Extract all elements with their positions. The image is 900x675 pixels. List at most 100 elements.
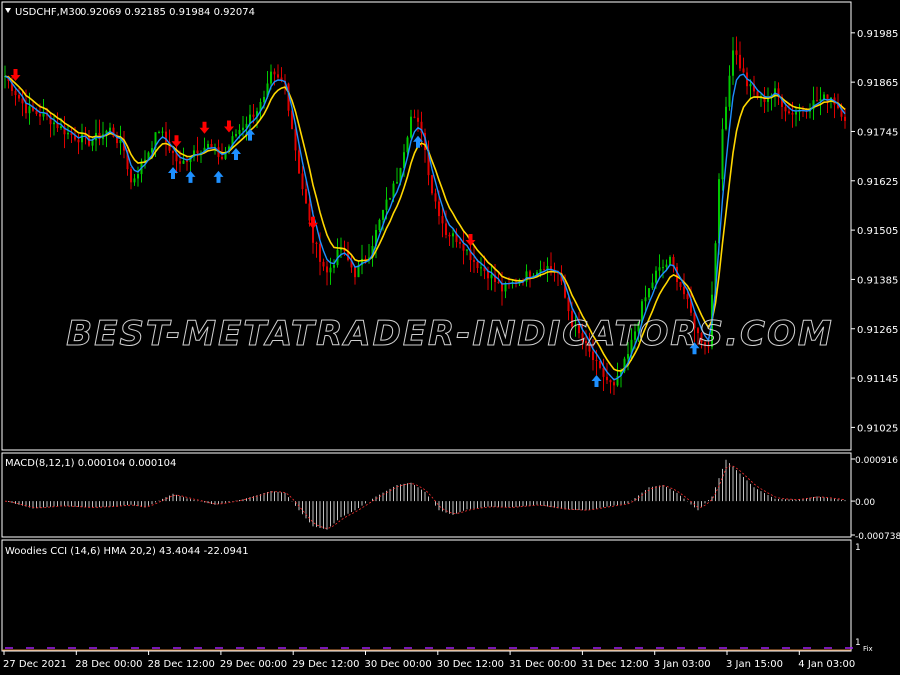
candle-body xyxy=(298,150,300,174)
candle-body xyxy=(186,160,188,162)
price-tick-label: 0.91265 xyxy=(857,325,898,336)
cci-marks xyxy=(2,647,853,651)
candle-body xyxy=(816,100,818,102)
candle-body xyxy=(305,189,307,204)
candle-body xyxy=(438,201,440,217)
candle-body xyxy=(441,216,444,224)
candle-body xyxy=(606,376,608,381)
macd-tick-label: 0.000916 xyxy=(855,456,898,466)
candle-body xyxy=(158,132,160,134)
candle-body xyxy=(728,75,731,107)
macd-tick-label: 0.00 xyxy=(855,498,875,508)
candle-body xyxy=(242,127,244,131)
candle-body xyxy=(161,131,164,133)
buy-arrow-icon xyxy=(591,374,602,387)
cci-fix-label: Fix xyxy=(863,645,873,653)
candle-body xyxy=(172,150,174,154)
candle-body xyxy=(609,380,612,383)
mt4-chart: BEST-METATRADER-INDICATORS.COM USDCHF,M3… xyxy=(1,1,900,670)
candle-body xyxy=(354,267,356,278)
candle-body xyxy=(721,129,724,180)
time-tick-label: 29 Dec 00:00 xyxy=(220,659,287,670)
candle-body xyxy=(53,122,55,125)
candle-body xyxy=(329,267,332,273)
candle-body xyxy=(431,175,433,194)
price-tick-label: 0.91025 xyxy=(857,423,898,434)
time-tick-label: 30 Dec 12:00 xyxy=(437,659,504,670)
candle-body xyxy=(60,126,62,129)
candle-body xyxy=(749,84,752,87)
price-tick-label: 0.91625 xyxy=(857,177,898,188)
time-tick-label: 31 Dec 12:00 xyxy=(581,659,648,670)
candle-body xyxy=(270,71,272,84)
candle-body xyxy=(252,114,255,117)
candle-body xyxy=(389,197,391,200)
candle-body xyxy=(196,150,199,154)
candle-body xyxy=(686,294,689,300)
candle-body xyxy=(14,90,17,96)
sell-arrow-icon xyxy=(171,135,182,148)
candle-body xyxy=(462,243,465,251)
candle-body xyxy=(182,160,185,164)
candle-body xyxy=(25,103,27,114)
candle-body xyxy=(207,143,209,148)
candle-body xyxy=(133,178,136,183)
candle-body xyxy=(322,261,325,267)
candle-body xyxy=(18,95,20,99)
candle-body xyxy=(665,264,668,268)
candle-body xyxy=(658,267,661,271)
candle-body xyxy=(308,203,311,221)
candle-body xyxy=(210,143,213,148)
candle-body xyxy=(784,106,787,112)
buy-arrow-icon xyxy=(185,170,196,183)
time-tick-label: 3 Jan 15:00 xyxy=(726,659,783,670)
time-tick-label: 29 Dec 12:00 xyxy=(292,659,359,670)
candle-body xyxy=(655,270,657,283)
candle-body xyxy=(67,132,69,135)
candle-body xyxy=(679,281,682,287)
macd-tick-label: -0.000738 xyxy=(855,532,900,542)
symbol-label: USDCHF,M30 xyxy=(15,7,81,18)
time-tick-label: 31 Dec 00:00 xyxy=(509,659,576,670)
candle-body xyxy=(385,199,388,210)
candle-body xyxy=(651,282,654,289)
candle-body xyxy=(315,242,318,244)
collapse-triangle-icon[interactable] xyxy=(5,8,11,13)
candle-body xyxy=(791,113,794,115)
candle-body xyxy=(137,174,139,179)
candle-body xyxy=(277,74,279,78)
candle-body xyxy=(396,182,398,184)
candle-body xyxy=(109,127,111,131)
candle-body xyxy=(525,271,528,282)
price-tick-label: 0.91505 xyxy=(857,226,898,237)
candle-body xyxy=(130,169,132,183)
time-tick-label: 3 Jan 03:00 xyxy=(654,659,711,670)
candle-body xyxy=(326,266,328,273)
candle-body xyxy=(263,96,265,103)
candle-body xyxy=(480,267,482,269)
candle-body xyxy=(417,117,419,122)
candle-body xyxy=(739,54,741,69)
candle-body xyxy=(382,209,384,220)
candle-body xyxy=(725,106,727,130)
price-tick-label: 0.91865 xyxy=(857,78,898,89)
candle-body xyxy=(452,233,454,237)
candle-body xyxy=(410,116,412,138)
time-tick-label: 28 Dec 00:00 xyxy=(75,659,142,670)
candle-body xyxy=(595,360,598,362)
candle-body xyxy=(683,286,685,295)
price-axis: 0.91985 0.91865 0.91745 0.91625 0.91505 0.913… xyxy=(851,29,898,434)
macd-axis: 0.000916 0.00 -0.000738 xyxy=(851,456,900,542)
ohlc-values: 0.92069 0.92185 0.91984 0.92074 xyxy=(80,7,255,18)
candle-body xyxy=(39,113,41,117)
candle-body xyxy=(644,297,647,302)
candle-body xyxy=(81,134,83,143)
price-tick-label: 0.91985 xyxy=(857,29,898,40)
candle-body xyxy=(333,265,335,268)
sell-arrow-icon xyxy=(199,121,210,134)
candle-body xyxy=(473,260,475,262)
time-axis: 27 Dec 2021 28 Dec 00:00 28 Dec 12:00 29 De… xyxy=(3,651,855,670)
candle-body xyxy=(662,267,664,269)
candle-body xyxy=(238,130,241,135)
time-tick-label: 4 Jan 03:00 xyxy=(798,659,855,670)
